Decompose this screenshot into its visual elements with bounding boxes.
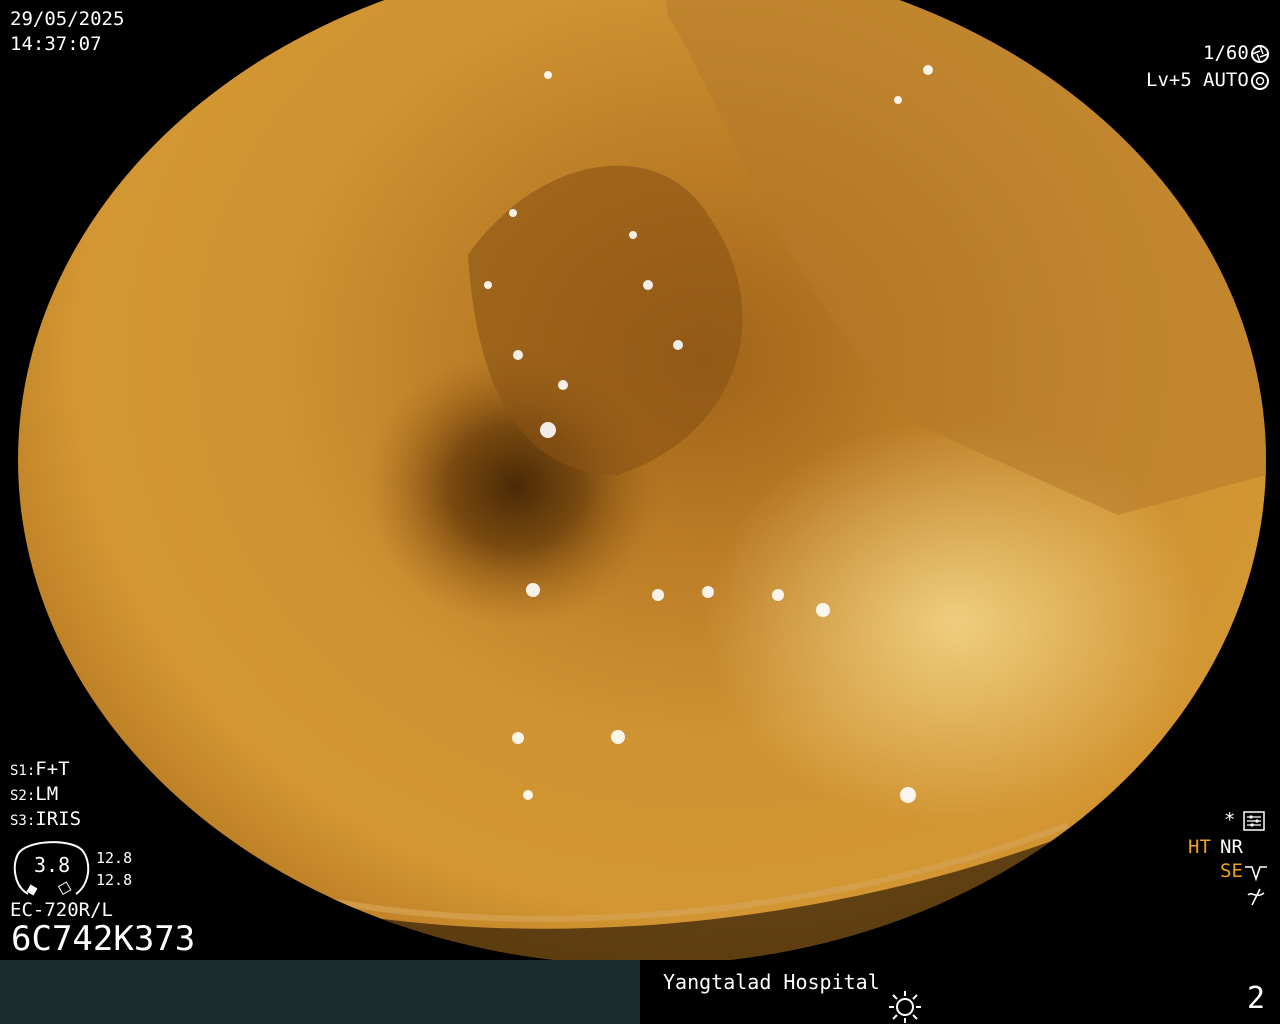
sun-icon [889, 991, 921, 1023]
time-label: 14:37:07 [10, 33, 102, 55]
frame-number: 2 [1247, 981, 1266, 1016]
ht-indicator: HT [1188, 836, 1211, 858]
gauge-bottom-value: 12.8 [96, 871, 133, 889]
crossed-wave-icon [1247, 888, 1265, 906]
setting-s2: S2:LM [10, 783, 59, 805]
gauge-value: 3.8 [34, 853, 71, 877]
star-indicator: * [1224, 809, 1236, 831]
setting-s3: S3:IRIS [10, 808, 82, 830]
endoscope-view [18, 0, 1266, 965]
scope-serial: 6C742K373 [11, 919, 196, 959]
date-label: 29/05/2025 [10, 8, 125, 30]
shutter-speed: 1/60 [1203, 42, 1249, 64]
shutter-icon [1251, 72, 1269, 90]
menu-settings-icon [1243, 811, 1265, 831]
hospital-name: Yangtalad Hospital [663, 970, 880, 994]
setting-s1: S1:F+T [10, 758, 70, 780]
exposure-mode: AUTO [1203, 69, 1249, 91]
nr-indicator: NR [1220, 836, 1243, 858]
wave-icon [1245, 866, 1267, 881]
se-indicator: SE [1220, 860, 1243, 882]
colon-lumen-image [18, 0, 1266, 965]
aperture-icon [1251, 45, 1269, 63]
brightness-level: Lv+5 [1146, 69, 1192, 91]
